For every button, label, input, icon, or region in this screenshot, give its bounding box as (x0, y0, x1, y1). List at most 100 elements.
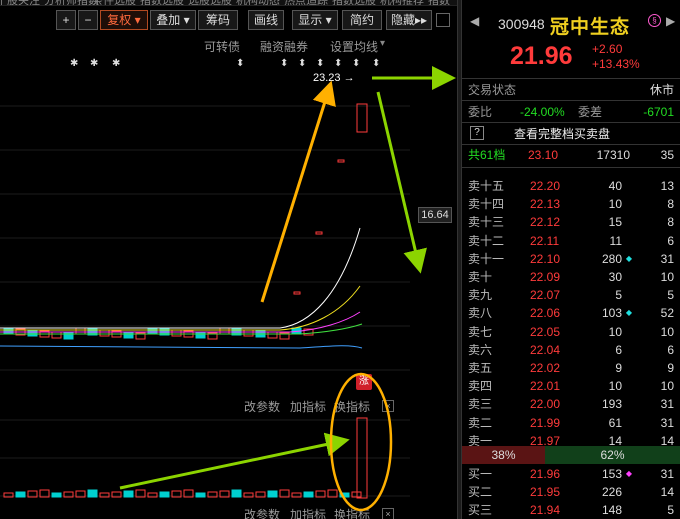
annotation-arrow-up (260, 80, 336, 303)
level-count: 13 (660, 179, 674, 193)
level-price: 21.95 (530, 485, 561, 500)
orderbook-row[interactable]: 卖十 22.09 30 10 (462, 268, 680, 286)
help-icon[interactable]: ? (470, 126, 484, 140)
level-volume: 103 (601, 306, 622, 321)
level-label: 卖十一 (468, 251, 505, 266)
level-count: 6 (667, 233, 674, 248)
orderbook-row[interactable]: 买二 21.95 226 14 (462, 483, 680, 501)
total-levels-count: 35 (660, 148, 674, 162)
level-volume: 61 (608, 415, 622, 430)
level-price: 22.06 (530, 306, 561, 321)
weibi-value: -24.00% (520, 105, 565, 119)
level-price: 22.13 (530, 197, 561, 212)
orderbook-row[interactable]: 买三 21.94 148 5 (462, 501, 680, 519)
level-price: 22.20 (530, 179, 561, 193)
level-volume: 153 (601, 467, 622, 481)
annotation-overlay (119, 66, 456, 512)
level-label: 买二 (468, 485, 493, 500)
total-levels-volume: 17310 (596, 148, 630, 162)
trade-state-value: 休市 (649, 83, 674, 97)
full-book-link[interactable]: 查看完整档买卖盘 (514, 125, 610, 143)
level-count: 10 (660, 379, 674, 394)
level-label: 卖七 (468, 324, 493, 339)
level-label: 卖六 (468, 342, 493, 357)
level-label: 卖十三 (468, 215, 505, 230)
orderbook-row[interactable]: 卖七 22.05 10 10 (462, 323, 680, 341)
orderbook-row[interactable]: 卖八 22.06 103 52 ◆ (462, 304, 680, 322)
info-circle-icon[interactable]: § (648, 14, 661, 27)
level-price: 22.04 (530, 342, 561, 357)
level-price: 21.99 (530, 415, 561, 430)
level-label: 卖三 (468, 397, 493, 412)
orderbook-row[interactable]: 卖二 21.99 61 31 (462, 414, 680, 432)
level-label: 卖十二 (468, 233, 505, 248)
level-volume: 40 (608, 179, 622, 193)
level-volume: 280 (601, 251, 622, 266)
level-volume: 226 (601, 485, 622, 500)
level-count: 31 (660, 467, 674, 481)
level-count: 9 (667, 361, 674, 375)
level-price: 22.05 (530, 324, 561, 339)
total-levels-price: 23.10 (528, 148, 559, 162)
level-volume: 9 (615, 361, 622, 375)
diamond-marker-icon: ◆ (625, 253, 632, 263)
level-volume: 5 (615, 288, 622, 303)
sell-buy-ratio-bar: 38% 62% (462, 446, 680, 464)
level-price: 21.96 (530, 467, 561, 481)
orderbook-row[interactable]: 卖十一 22.10 280 31 ◆ (462, 250, 680, 268)
total-levels-row: 共61档 23.10 17310 35 (462, 146, 680, 164)
orderbook-row[interactable]: 卖十四 22.13 10 8 (462, 195, 680, 213)
level-count: 31 (660, 415, 674, 430)
orderbook-row[interactable]: 买一 21.96 153 31 ◆ (462, 465, 680, 483)
change-percent: +13.43% (592, 57, 640, 71)
level-count: 8 (667, 215, 674, 230)
level-label: 卖八 (468, 306, 493, 321)
level-volume: 15 (608, 215, 622, 230)
level-count: 10 (660, 324, 674, 339)
next-stock-icon[interactable]: ▶ (666, 14, 675, 28)
level-count: 14 (660, 485, 674, 500)
level-count: 6 (667, 342, 674, 357)
stock-code: 300948 (498, 16, 545, 32)
orderbook-row[interactable]: 卖九 22.07 5 5 (462, 286, 680, 304)
weibi-row: 委比 -24.00% 委差 -6701 (462, 103, 680, 121)
orderbook-row[interactable]: 卖十五 22.20 40 13 (462, 177, 680, 195)
orderbook-row[interactable]: 卖十二 22.11 11 6 (462, 232, 680, 250)
level-volume: 10 (608, 324, 622, 339)
weicha-value: -6701 (643, 105, 674, 119)
level-volume: 6 (615, 342, 622, 357)
orderbook-row[interactable]: 卖四 22.01 10 10 (462, 377, 680, 395)
level-price: 22.11 (530, 233, 560, 248)
level-label: 卖十五 (468, 179, 505, 193)
level-price: 22.01 (530, 379, 561, 394)
orderbook-row[interactable]: 卖六 22.04 6 6 (462, 341, 680, 359)
annotation-ellipse (329, 372, 393, 512)
change-value: +2.60 (592, 42, 623, 56)
level-count: 8 (667, 197, 674, 212)
orderbook-row[interactable]: 卖十三 22.12 15 8 (462, 213, 680, 231)
level-label: 卖十四 (468, 197, 505, 212)
weicha-label: 委差 (578, 105, 603, 119)
diamond-marker-icon: ◆ (625, 469, 632, 478)
orderbook-row[interactable]: 卖五 22.02 9 9 (462, 359, 680, 377)
level-count: 31 (660, 397, 674, 412)
level-label: 卖五 (468, 361, 493, 375)
level-label: 买三 (468, 503, 493, 518)
full-book-row[interactable]: ? 查看完整档买卖盘 (462, 125, 680, 143)
level-price: 22.07 (530, 288, 561, 303)
level-price: 22.00 (530, 397, 561, 412)
prev-stock-icon[interactable]: ◀ (470, 14, 479, 28)
last-price: 21.96 (510, 42, 573, 70)
price-change: +2.60 +13.43% (592, 42, 640, 72)
level-count: 10 (660, 270, 674, 284)
level-price: 21.94 (530, 503, 561, 518)
level-price: 22.12 (530, 215, 561, 230)
total-levels-label: 共61档 (468, 148, 506, 162)
buy-ratio: 62% (545, 446, 680, 464)
trade-state-row: 交易状态 休市 (462, 81, 680, 99)
stock-name: 冠中生态 (550, 17, 631, 38)
orderbook-row[interactable]: 卖三 22.00 193 31 (462, 395, 680, 413)
quote-panel: ◀ 300948 冠中生态 § ▶ 21.96 +2.60 +13.43% 交易… (462, 0, 680, 519)
annotation-arrow-volume (119, 432, 350, 490)
level-label: 买一 (468, 467, 493, 481)
